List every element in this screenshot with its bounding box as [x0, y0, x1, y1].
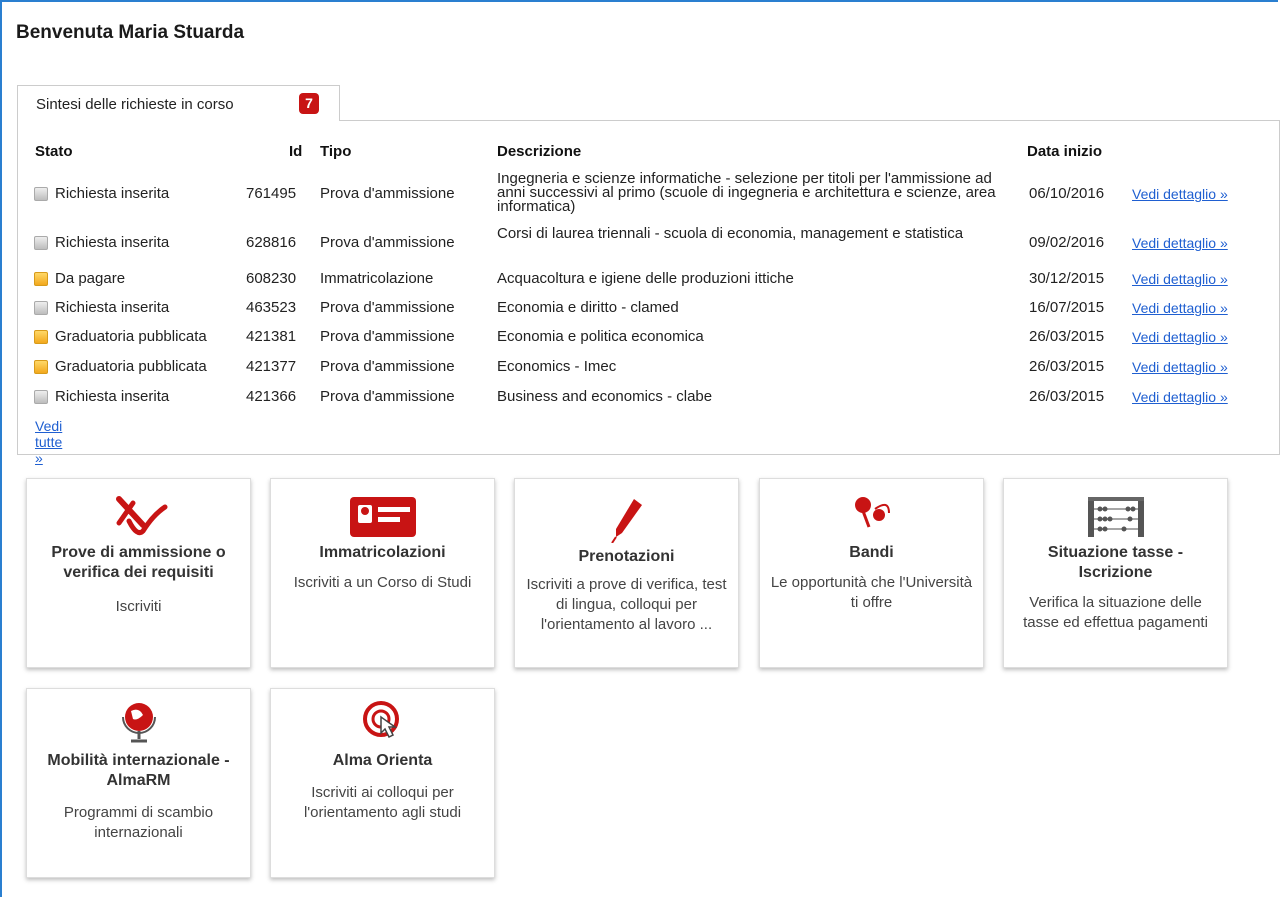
vedi-dettaglio-link[interactable]: Vedi dettaglio »	[1132, 271, 1228, 287]
card-desc: Verifica la situazione delle tasse ed ef…	[1023, 594, 1208, 631]
cell-stato: Richiesta inserita	[55, 185, 170, 202]
vedi-dettaglio-link[interactable]: Vedi dettaglio »	[1132, 235, 1228, 251]
card-desc: Iscriviti	[115, 598, 162, 615]
card-title: Alma Orienta	[332, 752, 433, 769]
cell-descrizione: Economics - Imec	[497, 358, 617, 375]
cell-tipo: Immatricolazione	[320, 270, 434, 287]
header-stato: Stato	[35, 143, 73, 160]
page-title: Benvenuta Maria Stuarda	[16, 22, 245, 43]
cell-stato: Graduatoria pubblicata	[55, 358, 207, 375]
card-mobilita-internazionale[interactable]: Mobilità internazionale - AlmaRM Program…	[26, 688, 251, 878]
cell-descrizione: Economia e diritto - clamed	[497, 299, 679, 316]
table-row: Graduatoria pubblicata 421381 Prova d'am…	[0, 320, 1282, 350]
touch-target-icon	[271, 699, 494, 745]
cell-data: 30/12/2015	[1029, 270, 1105, 287]
cell-id: 421381	[246, 328, 297, 345]
cell-data: 26/03/2015	[1029, 388, 1105, 405]
card-title: Bandi	[849, 544, 894, 561]
card-desc: Programmi di scambio internazionali	[63, 804, 214, 841]
status-grey-icon	[34, 187, 48, 201]
status-yellow-icon	[34, 272, 48, 286]
cell-id: 421377	[246, 358, 297, 375]
cell-stato: Richiesta inserita	[55, 388, 170, 405]
card-alma-orienta[interactable]: Alma Orienta Iscriviti ai colloqui per l…	[270, 688, 495, 878]
card-desc: Iscriviti a un Corso di Studi	[293, 574, 472, 591]
count-badge: 7	[299, 93, 319, 114]
card-bandi[interactable]: Bandi Le opportunità che l'Università ti…	[759, 478, 984, 668]
header-tipo: Tipo	[320, 143, 352, 160]
card-title: Immatricolazioni	[319, 544, 446, 561]
cell-tipo: Prova d'ammissione	[320, 299, 455, 316]
cell-data: 09/02/2016	[1029, 234, 1105, 251]
check-cross-icon	[27, 493, 250, 539]
table-row: Richiesta inserita 628816 Prova d'ammiss…	[0, 226, 1282, 256]
cell-descrizione: Acquacoltura e igiene delle produzioni i…	[497, 270, 794, 287]
card-desc: Iscriviti ai colloqui per l'orientamento…	[303, 784, 462, 821]
card-prove-ammissione[interactable]: Prove di ammissione o verifica dei requi…	[26, 478, 251, 668]
cell-descrizione: Corsi di laurea triennali - scuola di ec…	[497, 225, 964, 242]
id-card-icon	[271, 493, 494, 539]
cell-data: 26/03/2015	[1029, 328, 1105, 345]
globe-icon	[27, 699, 250, 745]
cell-descrizione: Ingegneria e scienze informatiche - sele…	[497, 170, 996, 215]
cell-stato: Da pagare	[55, 270, 126, 287]
pushpin-icon	[760, 493, 983, 539]
cell-tipo: Prova d'ammissione	[320, 185, 455, 202]
table-row: Graduatoria pubblicata 421377 Prova d'am…	[0, 350, 1282, 380]
status-grey-icon	[34, 236, 48, 250]
cell-data: 26/03/2015	[1029, 358, 1105, 375]
card-prenotazioni[interactable]: Prenotazioni Iscriviti a prove di verifi…	[514, 478, 739, 668]
header-descrizione: Descrizione	[497, 143, 582, 160]
cell-id: 628816	[246, 234, 297, 251]
cell-data: 16/07/2015	[1029, 299, 1105, 316]
card-title: Prove di ammissione o verifica dei requi…	[51, 544, 226, 581]
cell-descrizione: Economia e politica economica	[497, 328, 704, 345]
cell-id: 421366	[246, 388, 297, 405]
cell-tipo: Prova d'ammissione	[320, 328, 455, 345]
card-desc: Iscriviti a prove di verifica, test di l…	[526, 576, 727, 633]
cell-data: 06/10/2016	[1029, 185, 1105, 202]
card-situazione-tasse[interactable]: Situazione tasse - Iscrizione Verifica l…	[1003, 478, 1228, 668]
cell-id: 608230	[246, 270, 297, 287]
vedi-dettaglio-link[interactable]: Vedi dettaglio »	[1132, 359, 1228, 375]
cell-stato: Richiesta inserita	[55, 234, 170, 251]
pen-icon	[515, 493, 738, 543]
vedi-dettaglio-link[interactable]: Vedi dettaglio »	[1132, 389, 1228, 405]
cell-descrizione: Business and economics - clabe	[497, 388, 713, 405]
status-yellow-icon	[34, 360, 48, 374]
cell-tipo: Prova d'ammissione	[320, 358, 455, 375]
status-grey-icon	[34, 301, 48, 315]
card-title: Prenotazioni	[578, 548, 675, 565]
tab-sintesi-richieste[interactable]: Sintesi delle richieste in corso 7	[17, 85, 340, 121]
table-row: Da pagare 608230 Immatricolazione Acquac…	[0, 262, 1282, 292]
cell-id: 463523	[246, 299, 297, 316]
vedi-tutte-link[interactable]: Vedi tutte »	[35, 418, 62, 466]
header-id: Id	[289, 143, 303, 160]
table-row: Richiesta inserita 421366 Prova d'ammiss…	[0, 380, 1282, 410]
card-desc: Le opportunità che l'Università ti offre	[770, 574, 973, 611]
header-data-inizio: Data inizio	[1027, 143, 1103, 160]
vedi-dettaglio-link[interactable]: Vedi dettaglio »	[1132, 300, 1228, 316]
vedi-dettaglio-link[interactable]: Vedi dettaglio »	[1132, 186, 1228, 202]
cell-id: 761495	[246, 185, 297, 202]
table-row: Richiesta inserita 761495 Prova d'ammiss…	[0, 170, 1282, 214]
cell-stato: Richiesta inserita	[55, 299, 170, 316]
cell-tipo: Prova d'ammissione	[320, 388, 455, 405]
card-title: Mobilità internazionale - AlmaRM	[47, 752, 230, 789]
table-row: Richiesta inserita 463523 Prova d'ammiss…	[0, 291, 1282, 321]
abacus-icon	[1004, 493, 1227, 539]
vedi-dettaglio-link[interactable]: Vedi dettaglio »	[1132, 329, 1228, 345]
status-grey-icon	[34, 390, 48, 404]
cell-tipo: Prova d'ammissione	[320, 234, 455, 251]
card-immatricolazioni[interactable]: Immatricolazioni Iscriviti a un Corso di…	[270, 478, 495, 668]
status-yellow-icon	[34, 330, 48, 344]
card-title: Situazione tasse - Iscrizione	[1047, 544, 1184, 581]
tab-label: Sintesi delle richieste in corso	[36, 96, 234, 113]
cell-stato: Graduatoria pubblicata	[55, 328, 207, 345]
